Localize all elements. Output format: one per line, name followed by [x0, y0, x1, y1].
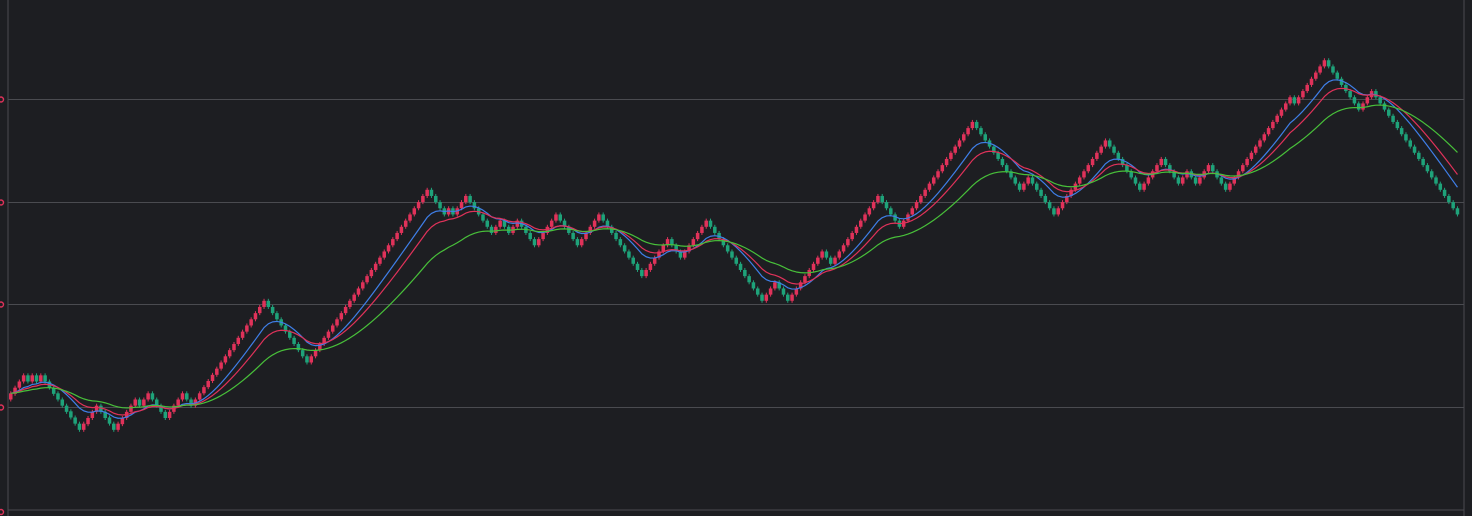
moving-average-line-0: [10, 79, 1458, 419]
moving-average-line-1: [10, 87, 1458, 416]
chart-canvas[interactable]: [0, 0, 1472, 516]
price-marker-layer: [0, 96, 5, 516]
price-level-marker-0: [0, 96, 5, 103]
moving-average-layer: [10, 79, 1458, 419]
price-level-marker-3: [0, 404, 5, 411]
renko-chart[interactable]: [0, 0, 1472, 516]
price-level-marker-2: [0, 301, 5, 308]
moving-average-line-2: [10, 104, 1458, 409]
price-level-marker-bottom: [0, 508, 5, 516]
price-level-marker-1: [0, 199, 5, 206]
